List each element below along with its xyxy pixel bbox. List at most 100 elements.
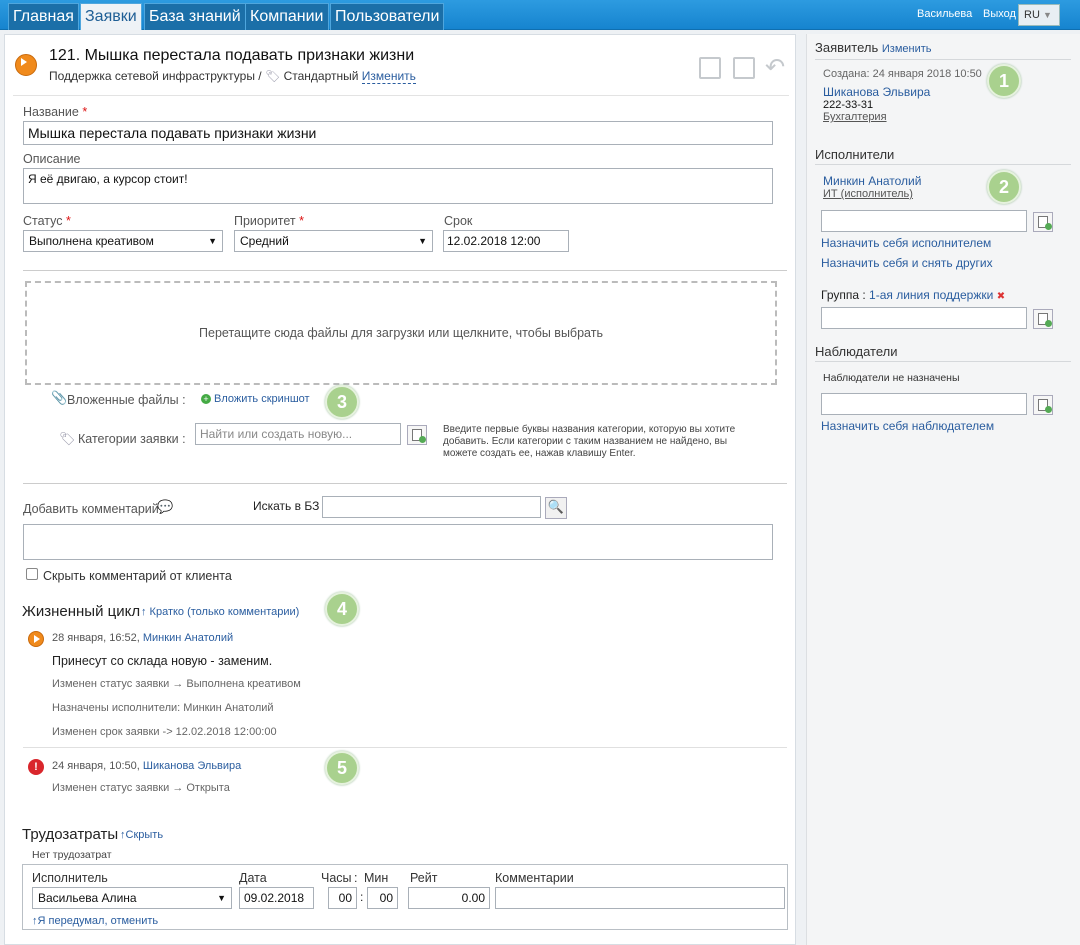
search-icon[interactable]: 🔍	[545, 497, 567, 519]
attachments-label: Вложенные файлы :	[67, 393, 186, 407]
callout-badge-5: 5	[325, 751, 359, 785]
executors-heading: Исполнители	[815, 147, 895, 162]
remove-icon[interactable]: ✖	[997, 291, 1005, 302]
labor-executor-value: Васильева Алина	[38, 891, 137, 905]
ticket-sidebar: Заявитель Изменить Создана: 24 января 20…	[806, 34, 1080, 945]
group-row: Группа : 1-ая линия поддержки ✖	[821, 288, 1005, 302]
tab-knowledge-base[interactable]: База знаний	[144, 3, 246, 30]
categories-hint: Введите первые буквы названия категории,…	[443, 424, 736, 459]
attach-screenshot-link[interactable]: Вложить скриншот	[214, 393, 310, 405]
file-dropzone[interactable]: Перетащите сюда файлы для загрузки или щ…	[25, 281, 777, 385]
applicant-phone: 222-33-31	[823, 99, 874, 111]
executor-name-link[interactable]: Минкин Анатолий	[823, 174, 921, 188]
description-input[interactable]: Я её двигаю, а курсор стоит!	[23, 168, 773, 204]
add-group-button[interactable]	[1033, 309, 1053, 329]
status-select[interactable]: Выполнена креативом ▼	[23, 230, 223, 252]
applicant-heading: Заявитель Изменить	[815, 40, 932, 55]
labor-empty: Нет трудозатрат	[32, 849, 112, 861]
tag-icon: 🏷	[59, 431, 76, 446]
executor-input[interactable]	[821, 210, 1027, 232]
labor-executor-select[interactable]: Васильева Алина ▼	[32, 887, 232, 909]
language-select[interactable]: RU ▼	[1018, 4, 1060, 26]
ticket-title: 121. Мышка перестала подавать признаки ж…	[49, 47, 415, 64]
priority-value: Средний	[240, 234, 289, 248]
undo-icon[interactable]: ↶	[765, 53, 785, 82]
add-executor-button[interactable]	[1033, 212, 1053, 232]
entry-author-link[interactable]: Минкин Анатолий	[143, 632, 233, 644]
language-value: RU	[1024, 9, 1040, 21]
labor-cancel-link[interactable]: ↑Я передумал, отменить	[32, 915, 158, 927]
change-applicant-link[interactable]: Изменить	[882, 43, 932, 55]
logout-link[interactable]: Выход	[983, 0, 1016, 30]
name-label: Название *	[23, 105, 88, 119]
due-input[interactable]: 12.02.2018 12:00	[443, 230, 569, 252]
labor-time-sep: :	[360, 890, 364, 904]
assign-self-remove-link[interactable]: Назначить себя и снять других	[821, 256, 993, 270]
due-label: Срок	[444, 214, 473, 228]
executor-role[interactable]: ИТ (исполнитель)	[823, 188, 913, 200]
name-input[interactable]: Мышка перестала подавать признаки жизни	[23, 121, 773, 145]
labor-toggle-link[interactable]: ↑Скрыть	[120, 829, 163, 841]
labor-col-sep: :	[354, 871, 358, 885]
observers-heading: Наблюдатели	[815, 344, 898, 359]
callout-badge-2: 2	[987, 170, 1021, 204]
labor-form: Исполнитель Дата Часы : Мин Рейт Коммент…	[22, 864, 788, 930]
error-icon: !	[28, 759, 44, 775]
entry-comment: Принесут со склада новую - заменим.	[52, 654, 273, 668]
labor-col-comments: Комментарии	[495, 871, 574, 885]
save-icon[interactable]	[733, 57, 755, 79]
assign-observer-link[interactable]: Назначить себя наблюдателем	[821, 419, 994, 433]
top-nav-bar: Главная Заявки База знаний Компании Поль…	[0, 0, 1080, 30]
labor-rate-input[interactable]: 0.00	[408, 887, 490, 909]
applicant-name-link[interactable]: Шиканова Эльвира	[823, 85, 930, 99]
comment-textarea[interactable]	[23, 524, 773, 560]
labor-date-input[interactable]: 09.02.2018	[239, 887, 314, 909]
labor-col-minutes: Мин	[364, 871, 389, 885]
entry-date: 24 января, 10:50,	[52, 760, 140, 772]
entry-change: Изменен статус заявки → Выполнена креати…	[52, 678, 301, 690]
lifecycle-toggle-link[interactable]: ↑ Кратко (только комментарии)	[141, 606, 299, 618]
labor-comment-input[interactable]	[495, 887, 785, 909]
applicant-department[interactable]: Бухгалтерия	[823, 111, 887, 123]
service-name: Поддержка сетевой инфраструктуры /	[49, 69, 262, 83]
hide-comment-checkbox[interactable]	[26, 568, 38, 580]
entry-author-link[interactable]: Шиканова Эльвира	[143, 760, 241, 772]
save-close-icon[interactable]	[699, 57, 721, 79]
change-sla-link[interactable]: Изменить	[361, 69, 416, 84]
tab-home[interactable]: Главная	[8, 3, 79, 30]
current-user[interactable]: Васильева	[917, 0, 972, 30]
labor-col-date: Дата	[239, 871, 267, 885]
assign-self-link[interactable]: Назначить себя исполнителем	[821, 236, 991, 250]
search-kb-input[interactable]	[322, 496, 541, 518]
callout-badge-3: 3	[325, 385, 359, 419]
group-link[interactable]: 1-ая линия поддержки	[869, 288, 993, 302]
labor-col-executor: Исполнитель	[32, 871, 108, 885]
labor-minutes-input[interactable]: 00	[367, 887, 398, 909]
add-observer-button[interactable]	[1033, 395, 1053, 415]
entry-change: Назначены исполнители: Минкин Анатолий	[52, 702, 274, 714]
description-label: Описание	[23, 152, 81, 166]
observer-input[interactable]	[821, 393, 1027, 415]
priority-select[interactable]: Средний ▼	[234, 230, 433, 252]
add-icon: +	[201, 394, 211, 404]
categories-label: Категории заявки :	[78, 432, 186, 446]
chevron-down-icon: ▼	[418, 236, 427, 246]
group-input[interactable]	[821, 307, 1027, 329]
categories-input[interactable]: Найти или создать новую...	[195, 423, 401, 445]
status-play-icon	[28, 631, 44, 647]
labor-hours-input[interactable]: 00	[328, 887, 357, 909]
status-value: Выполнена креативом	[29, 234, 154, 248]
tab-tickets[interactable]: Заявки	[80, 3, 142, 30]
sla-name: Стандартный	[283, 69, 359, 83]
chevron-down-icon: ▼	[1042, 10, 1052, 20]
tab-users[interactable]: Пользователи	[330, 3, 445, 30]
chevron-down-icon: ▼	[217, 893, 226, 903]
tab-companies[interactable]: Компании	[245, 3, 329, 30]
search-kb-label: Искать в БЗ	[253, 499, 320, 513]
add-category-button[interactable]	[407, 425, 427, 445]
paperclip-icon: 📎	[51, 390, 68, 405]
labor-col-rate: Рейт	[410, 871, 438, 885]
ticket-main-panel: 121. Мышка перестала подавать признаки ж…	[4, 34, 796, 945]
lifecycle-title: Жизненный цикл	[22, 603, 141, 620]
callout-badge-4: 4	[325, 592, 359, 626]
